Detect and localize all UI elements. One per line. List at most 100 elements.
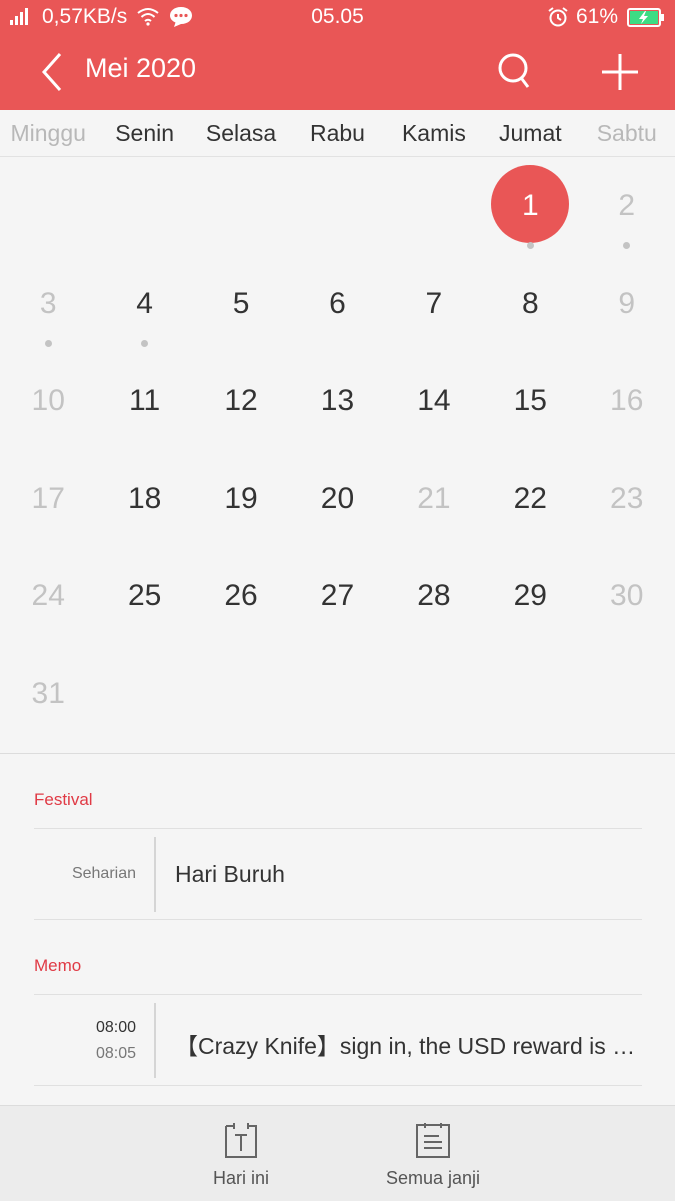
- week-row: 12: [0, 157, 675, 255]
- clock: 05.05: [311, 5, 364, 28]
- day-cell[interactable]: 29: [482, 547, 578, 645]
- day-number: 18: [127, 481, 162, 515]
- day-cell[interactable]: 26: [193, 547, 289, 645]
- day-cell[interactable]: 3: [0, 255, 96, 353]
- day-cell[interactable]: 27: [289, 547, 385, 645]
- day-cell[interactable]: 10: [0, 352, 96, 450]
- day-cell[interactable]: 16: [579, 352, 675, 450]
- empty-cell: [289, 645, 385, 743]
- day-cell[interactable]: 23: [579, 450, 675, 548]
- day-number: 19: [224, 481, 258, 515]
- empty-cell: [193, 157, 289, 255]
- month-grid: 1 2 3 4 5 6 7 8 9 10 11 12 13 14 15 16 17 18 19 20 21 22 23 24 2…: [0, 157, 675, 742]
- day-number: 13: [320, 384, 355, 417]
- day-cell[interactable]: 6: [289, 255, 385, 353]
- memo-section-label: Memo: [34, 956, 82, 975]
- day-number: 16: [610, 384, 644, 417]
- day-cell[interactable]: 13: [289, 352, 385, 450]
- event-separator: [154, 1003, 156, 1078]
- memo-start-time: 08:00: [95, 1019, 136, 1036]
- day-cell[interactable]: 5: [193, 255, 289, 353]
- empty-cell: [96, 645, 192, 743]
- festival-event-row[interactable]: Seharian Hari Buruh: [34, 829, 642, 919]
- divider-line: [34, 919, 642, 920]
- status-bar: 0,57KB/s 05.05 61%: [0, 0, 675, 36]
- app-header: 0,57KB/s 05.05 61% Mei 2020: [0, 0, 675, 110]
- day-cell[interactable]: 19: [193, 450, 289, 548]
- day-cell[interactable]: 15: [482, 352, 578, 450]
- day-cell[interactable]: 28: [386, 547, 482, 645]
- day-number: 14: [417, 384, 451, 417]
- memo-end-time: 08:05: [95, 1045, 136, 1062]
- day-cell[interactable]: 9: [579, 255, 675, 353]
- back-arrow-icon[interactable]: [38, 50, 68, 94]
- day-cell[interactable]: 17: [0, 450, 96, 548]
- week-row: 3 4 5 6 7 8 9: [0, 255, 675, 353]
- weekday-label: Rabu: [309, 120, 365, 146]
- empty-cell: [0, 157, 96, 255]
- weekday-label: Selasa: [205, 120, 277, 146]
- day-cell[interactable]: 18: [96, 450, 192, 548]
- day-number: 30: [610, 579, 644, 612]
- day-cell[interactable]: 20: [289, 450, 385, 548]
- search-icon[interactable]: [495, 50, 535, 94]
- alarm-icon: [548, 7, 568, 27]
- day-cell[interactable]: 12: [193, 352, 289, 450]
- festival-section-label: Festival: [34, 790, 93, 809]
- today-icon: [225, 1123, 257, 1158]
- section-divider: [0, 753, 675, 754]
- day-number: 3: [39, 286, 57, 320]
- week-row: 31: [0, 645, 675, 743]
- day-cell[interactable]: 1: [482, 157, 578, 255]
- week-row: 17 18 19 20 21 22 23: [0, 450, 675, 548]
- empty-cell: [289, 157, 385, 255]
- day-number: 26: [224, 579, 258, 612]
- day-number: 12: [224, 384, 258, 417]
- today-tab[interactable]: Hari ini: [161, 1121, 321, 1189]
- day-cell[interactable]: 2: [579, 157, 675, 255]
- day-number: 7: [425, 286, 443, 320]
- day-cell[interactable]: 8: [482, 255, 578, 353]
- day-cell[interactable]: 21: [386, 450, 482, 548]
- day-number: 23: [610, 481, 644, 515]
- day-cell[interactable]: 31: [0, 645, 96, 743]
- day-number: 31: [31, 676, 65, 710]
- day-number: 6: [329, 286, 346, 320]
- list-icon: [416, 1123, 450, 1158]
- day-number: 4: [136, 286, 153, 320]
- today-tab-label: Hari ini: [212, 1168, 269, 1188]
- all-appointments-tab[interactable]: Semua janji: [353, 1121, 513, 1189]
- weekday-label: Minggu: [10, 120, 86, 146]
- day-number: 20: [320, 481, 355, 515]
- day-number: 17: [31, 481, 65, 515]
- event-title: Hari Buruh: [175, 861, 285, 887]
- event-dot: [44, 339, 52, 347]
- battery-percent: 61%: [576, 5, 619, 28]
- weekday-label: Senin: [115, 120, 175, 146]
- empty-cell: [482, 645, 578, 743]
- day-cell[interactable]: 7: [386, 255, 482, 353]
- all-appointments-tab-label: Semua janji: [385, 1168, 481, 1188]
- day-number: 1: [521, 189, 539, 222]
- day-cell[interactable]: 14: [386, 352, 482, 450]
- bottom-nav: Hari ini Semua janji: [0, 1105, 675, 1201]
- day-cell[interactable]: 11: [96, 352, 192, 450]
- weekday-label: Kamis: [401, 120, 466, 146]
- weekday-label: Jumat: [499, 120, 562, 146]
- day-cell[interactable]: 30: [579, 547, 675, 645]
- day-cell[interactable]: 22: [482, 450, 578, 548]
- add-icon[interactable]: [600, 50, 640, 94]
- day-number: 8: [521, 286, 539, 320]
- day-cell[interactable]: 4: [96, 255, 192, 353]
- month-title[interactable]: Mei 2020: [85, 53, 196, 84]
- day-number: 24: [31, 579, 65, 612]
- day-cell[interactable]: 24: [0, 547, 96, 645]
- day-number: 25: [127, 579, 162, 612]
- empty-cell: [386, 157, 482, 255]
- day-number: 11: [129, 384, 161, 417]
- event-time-label: Seharian: [71, 865, 136, 882]
- day-cell[interactable]: 25: [96, 547, 192, 645]
- battery-charging-icon: [627, 8, 664, 27]
- event-separator: [154, 837, 156, 912]
- memo-event-row[interactable]: 08:00 08:05 【Crazy Knife】sign in, the US…: [34, 995, 642, 1085]
